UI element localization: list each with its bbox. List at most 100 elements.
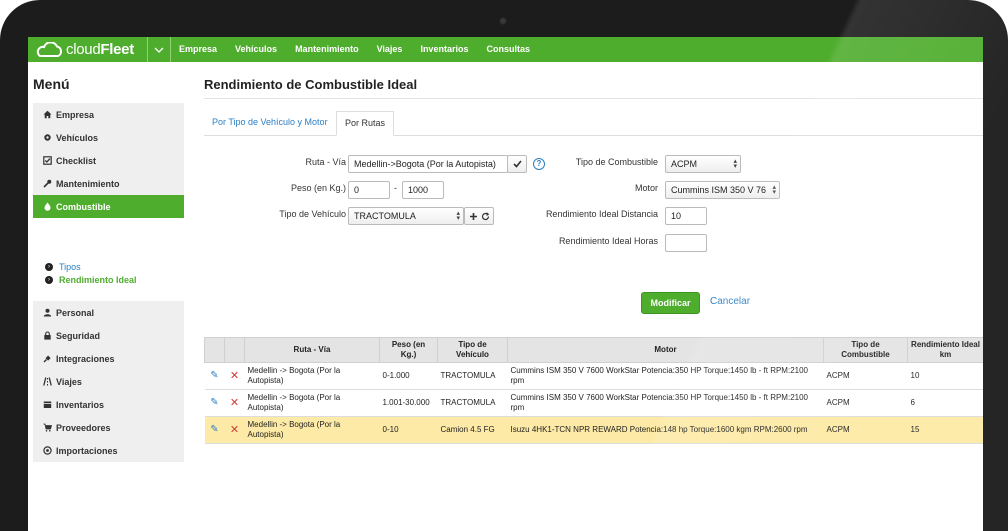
nav-consultas[interactable]: Consultas — [477, 37, 539, 62]
combustible-label: Tipo de Combustible — [575, 157, 658, 167]
pencil-icon[interactable]: ✎ — [210, 370, 218, 381]
header-delete — [224, 337, 245, 363]
distancia-input[interactable]: 10 — [665, 207, 707, 225]
modificar-button[interactable]: Modificar — [641, 292, 700, 314]
sidebar-item-checklist[interactable]: Checklist — [33, 149, 184, 172]
brand-logo[interactable]: cloudFleet — [34, 39, 134, 60]
horas-input[interactable] — [665, 234, 707, 252]
home-icon — [43, 110, 52, 119]
tipo-vehiculo-label: Tipo de Vehículo — [279, 209, 346, 219]
nav-viajes[interactable]: Viajes — [368, 37, 412, 62]
sidebar-item-seguridad[interactable]: Seguridad — [33, 324, 184, 347]
cell-ruta: Medellin -> Bogota (Por la Autopista) — [244, 416, 380, 444]
nav-vehiculos[interactable]: Vehículos — [226, 37, 286, 62]
combustible-select[interactable]: ACPM ▴ ▾ — [665, 155, 741, 173]
nav-toggle-button[interactable] — [147, 37, 171, 62]
tab-por-tipo-vehiculo-motor[interactable]: Por Tipo de Vehículo y Motor — [204, 111, 336, 134]
pencil-icon[interactable]: ✎ — [210, 397, 218, 408]
sidebar-item-importaciones[interactable]: Importaciones — [33, 439, 184, 462]
routes-table: Ruta - Vía Peso (en Kg.) Tipo de Vehícul… — [204, 337, 983, 444]
cell-tipo-vehiculo: TRACTOMULA — [437, 362, 508, 390]
sidebar-item-viajes[interactable]: Viajes — [33, 370, 184, 393]
distancia-label: Rendimiento Ideal Distancia — [545, 209, 658, 219]
sidebar-subgroup-combustible: › Tipos › Rendimiento Ideal — [33, 260, 184, 286]
chevron-right-icon: › — [45, 262, 53, 271]
delete-icon[interactable]: ✕ — [230, 424, 239, 436]
sidebar-subitem-rendimiento-ideal[interactable]: › Rendimiento Ideal — [33, 273, 184, 286]
sidebar-item-empresa[interactable]: Empresa — [33, 103, 184, 126]
ruta-input[interactable]: Medellin->Bogota (Por la Autopista) — [348, 155, 508, 173]
page-title: Rendimiento de Combustible Ideal — [204, 77, 418, 92]
cell-peso: 0-1.000 — [379, 362, 438, 390]
tab-por-rutas[interactable]: Por Rutas — [336, 111, 395, 136]
header-tipo-combustible[interactable]: Tipo de Combustible — [823, 337, 908, 363]
sidebar-item-mantenimiento[interactable]: Mantenimiento — [33, 172, 184, 195]
drop-icon — [43, 202, 52, 211]
cell-combustible: ACPM — [823, 389, 908, 417]
sidebar-item-vehiculos[interactable]: Vehículos — [33, 126, 184, 149]
nav-mantenimiento[interactable]: Mantenimiento — [286, 37, 368, 62]
motor-label: Motor — [634, 183, 658, 193]
cell-tipo-vehiculo: Camion 4.5 FG — [437, 416, 508, 444]
import-icon — [43, 446, 52, 455]
tipo-vehiculo-select[interactable]: TRACTOMULA ▴ ▾ — [348, 207, 464, 225]
delete-icon[interactable]: ✕ — [230, 397, 239, 409]
sidebar-group-top: Empresa Vehículos Checklist Mantenimient… — [33, 103, 184, 218]
delete-icon[interactable]: ✕ — [230, 370, 239, 382]
chevron-right-icon: › — [45, 275, 53, 284]
sidebar: Menú Empresa Vehículos Checklist Manteni… — [28, 62, 186, 531]
header-edit — [204, 337, 225, 363]
sidebar-item-proveedores[interactable]: Proveedores — [33, 416, 184, 439]
select-arrows-icon: ▴ ▾ — [772, 184, 776, 196]
table-row: ✎ ✕ Medellin -> Bogota (Por la Autopista… — [204, 389, 983, 417]
table-header-row: Ruta - Vía Peso (en Kg.) Tipo de Vehícul… — [204, 337, 983, 363]
tipo-vehiculo-actions — [464, 207, 494, 225]
cell-combustible: ACPM — [823, 416, 908, 444]
header-peso[interactable]: Peso (en Kg.) — [379, 337, 438, 363]
brand-name: cloudFleet — [66, 41, 134, 58]
delete-cell: ✕ — [224, 389, 245, 417]
header-tipo-vehiculo[interactable]: Tipo de Vehículo — [437, 337, 508, 363]
sidebar-subitem-tipos[interactable]: › Tipos — [33, 260, 184, 273]
sidebar-group-bottom: Personal Seguridad Integraciones Viajes — [33, 301, 184, 462]
pencil-icon[interactable]: ✎ — [210, 424, 218, 435]
nav-empresa[interactable]: Empresa — [170, 37, 226, 62]
table-row-selected[interactable]: ✎ ✕ Medellin -> Bogota (Por la Autopista… — [204, 416, 983, 444]
delete-cell: ✕ — [224, 362, 245, 390]
table-row: ✎ ✕ Medellin -> Bogota (Por la Autopista… — [204, 362, 983, 390]
road-icon — [43, 377, 52, 386]
plus-icon[interactable] — [469, 212, 478, 221]
user-icon — [43, 308, 52, 317]
title-divider — [204, 98, 983, 99]
plug-icon — [43, 354, 52, 363]
cell-peso: 1.001-30.000 — [379, 389, 438, 417]
header-ruta[interactable]: Ruta - Vía — [244, 337, 380, 363]
tab-bar: Por Tipo de Vehículo y Motor Por Rutas — [204, 111, 983, 136]
gear-icon — [43, 133, 52, 142]
peso-max-input[interactable]: 1000 — [402, 181, 444, 199]
sidebar-item-personal[interactable]: Personal — [33, 301, 184, 324]
cell-motor: Isuzu 4HK1-TCN NPR REWARD Potencia:148 h… — [507, 416, 824, 444]
select-arrows-icon: ▴ ▾ — [456, 210, 460, 222]
cancelar-link[interactable]: Cancelar — [710, 296, 750, 307]
cell-peso: 0-10 — [379, 416, 438, 444]
cloud-icon — [36, 41, 63, 57]
header-rendimiento[interactable]: Rendimiento Ideal km — [907, 337, 983, 363]
edit-cell: ✎ — [204, 389, 225, 417]
edit-cell: ✎ — [204, 362, 225, 390]
motor-select[interactable]: Cummins ISM 350 V 76 ▴ ▾ — [665, 181, 780, 199]
select-arrows-icon: ▴ ▾ — [733, 158, 737, 170]
header-motor[interactable]: Motor — [507, 337, 824, 363]
checkbox-icon — [43, 156, 52, 165]
chevron-down-icon — [154, 47, 164, 53]
camera-icon — [499, 17, 507, 25]
sidebar-item-integraciones[interactable]: Integraciones — [33, 347, 184, 370]
peso-min-input[interactable]: 0 — [348, 181, 390, 199]
cell-rendimiento: 6 — [907, 389, 983, 417]
cell-tipo-vehiculo: TRACTOMULA — [437, 389, 508, 417]
sidebar-item-inventarios[interactable]: Inventarios — [33, 393, 184, 416]
sidebar-item-combustible[interactable]: Combustible — [33, 195, 184, 218]
top-navbar: cloudFleet Empresa Vehículos Mantenimien… — [28, 37, 983, 62]
refresh-icon[interactable] — [481, 211, 490, 221]
nav-inventarios[interactable]: Inventarios — [411, 37, 477, 62]
